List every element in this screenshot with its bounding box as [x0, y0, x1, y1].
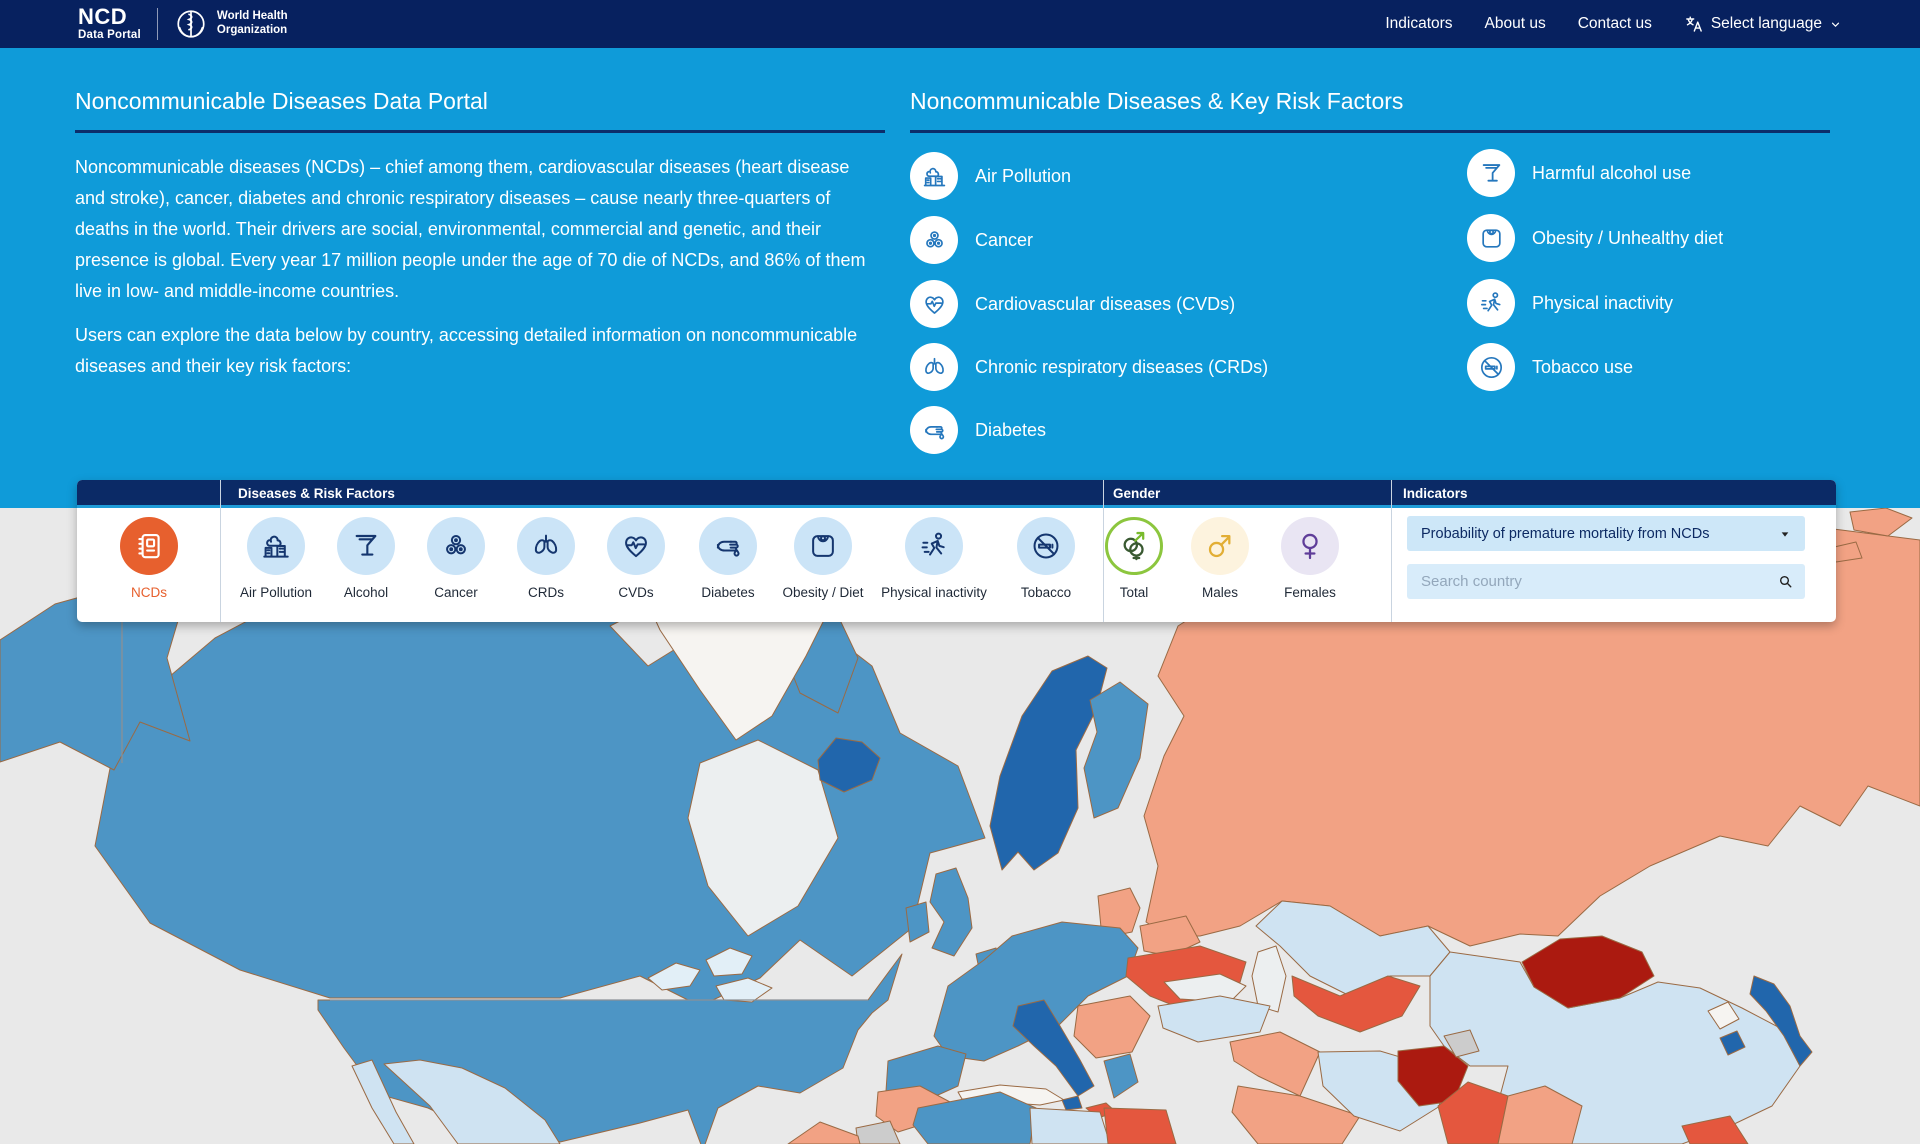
risk-item-cancer[interactable]: Cancer [910, 216, 1033, 264]
risk-item-inactivity[interactable]: Physical inactivity [1467, 279, 1673, 327]
section-divider [1391, 480, 1392, 622]
risk-item-crd[interactable]: Chronic respiratory diseases (CRDs) [910, 343, 1268, 391]
header-indicators: Indicators [1403, 486, 1468, 501]
martini-icon [337, 517, 395, 575]
lungs-icon [910, 343, 958, 391]
cancer-icon [427, 517, 485, 575]
risk-factors-column: Noncommunicable Diseases & Key Risk Fact… [910, 48, 1830, 508]
title-underline [75, 130, 885, 133]
risk-item-obesity[interactable]: Obesity / Unhealthy diet [1467, 214, 1723, 262]
nav-link-contact-us[interactable]: Contact us [1578, 15, 1652, 33]
search-icon [1777, 573, 1794, 590]
gender-females-button[interactable]: Females [1248, 517, 1372, 600]
indicator-dropdown[interactable]: Probability of premature mortality from … [1407, 516, 1805, 551]
risk-item-air-pollution[interactable]: Air Pollution [910, 152, 1071, 200]
header-diseases: Diseases & Risk Factors [238, 486, 395, 501]
translate-icon [1684, 14, 1704, 34]
report-icon [120, 517, 178, 575]
hero-intro-column: Noncommunicable Diseases Data Portal Non… [75, 48, 885, 508]
indicator-dropdown-value: Probability of premature mortality from … [1421, 526, 1777, 542]
risk-item-alcohol[interactable]: Harmful alcohol use [1467, 149, 1691, 197]
heart-pulse-icon [607, 517, 665, 575]
brand-subtitle: Data Portal [78, 30, 141, 42]
risk-item-diabetes[interactable]: Diabetes [910, 406, 1046, 454]
scale-icon [1467, 214, 1515, 262]
intro-paragraph: Noncommunicable diseases (NCDs) – chief … [75, 152, 870, 307]
brand-title: NCD [78, 6, 141, 28]
air-pollution-icon [247, 517, 305, 575]
caret-down-icon [1777, 526, 1793, 542]
risk-item-cvd[interactable]: Cardiovascular diseases (CVDs) [910, 280, 1235, 328]
filter-toolbar: Diseases & Risk Factors Gender Indicator… [77, 480, 1836, 622]
risk-item-tobacco[interactable]: Tobacco use [1467, 343, 1633, 391]
header-gender: Gender [1113, 486, 1160, 501]
navbar-divider [157, 8, 158, 40]
top-navbar: NCD Data Portal World Health Organizatio… [0, 0, 1920, 48]
gender-total-icon [1105, 517, 1163, 575]
explore-paragraph: Users can explore the data below by coun… [75, 320, 870, 382]
chevron-down-icon [1829, 18, 1842, 31]
ncd-data-portal-logo[interactable]: NCD Data Portal [78, 6, 141, 42]
runner-icon [905, 517, 963, 575]
who-logo-text: World Health Organization [217, 10, 288, 37]
female-icon [1281, 517, 1339, 575]
hand-drop-icon [910, 406, 958, 454]
no-smoking-icon [1017, 517, 1075, 575]
who-emblem-icon [174, 7, 208, 41]
hand-drop-icon [699, 517, 757, 575]
risk-title-underline [910, 130, 1830, 133]
martini-icon [1467, 149, 1515, 197]
filter-ncds-button[interactable]: NCDs [87, 517, 211, 600]
filter-obesity-button[interactable]: Obesity / Diet [761, 517, 885, 600]
scale-icon [794, 517, 852, 575]
air-pollution-icon [910, 152, 958, 200]
filter-header-bar: Diseases & Risk Factors Gender Indicator… [77, 480, 1836, 508]
language-label: Select language [1711, 15, 1822, 33]
hero-section: Noncommunicable Diseases Data Portal Non… [0, 48, 1920, 508]
country-search [1407, 564, 1805, 599]
heart-pulse-icon [910, 280, 958, 328]
page-title: Noncommunicable Diseases Data Portal [75, 88, 488, 115]
nav-link-about-us[interactable]: About us [1485, 15, 1546, 33]
lungs-icon [517, 517, 575, 575]
cancer-icon [910, 216, 958, 264]
language-selector[interactable]: Select language [1684, 14, 1842, 34]
no-smoking-icon [1467, 343, 1515, 391]
filter-inactivity-button[interactable]: Physical inactivity [872, 517, 996, 600]
nav-link-indicators[interactable]: Indicators [1385, 15, 1452, 33]
who-logo[interactable]: World Health Organization [174, 7, 288, 41]
risk-factors-title: Noncommunicable Diseases & Key Risk Fact… [910, 88, 1403, 115]
runner-icon [1467, 279, 1515, 327]
male-icon [1191, 517, 1249, 575]
search-country-input[interactable] [1407, 564, 1805, 599]
